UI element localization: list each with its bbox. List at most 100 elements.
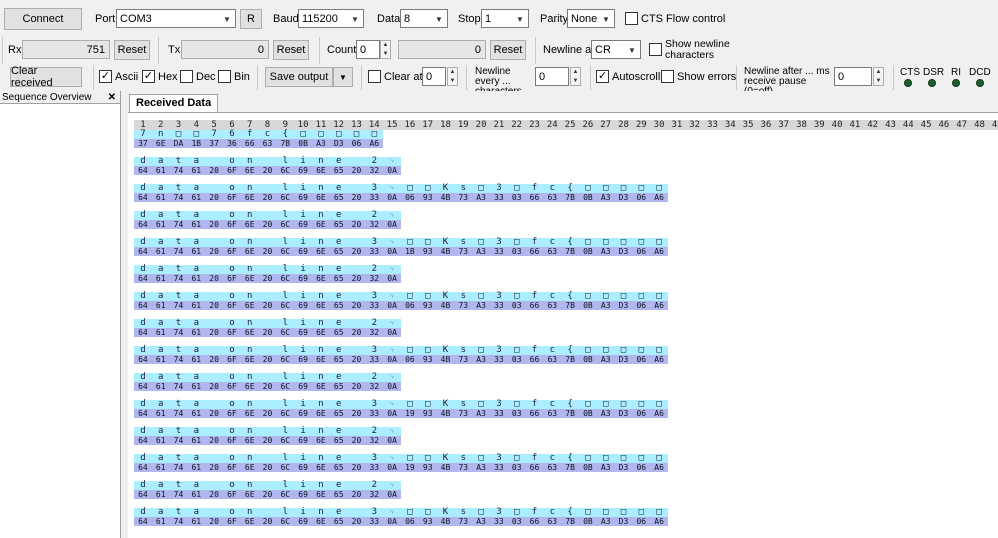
hex-cell: 73	[454, 355, 473, 364]
count-spinner[interactable]: ▲ ▼	[380, 40, 391, 59]
ascii-cell	[205, 211, 223, 220]
ascii-checkbox[interactable]: ✓ Ascii	[99, 70, 138, 83]
hex-cell: 6E	[312, 463, 330, 472]
ascii-cell: c	[258, 130, 277, 139]
hex-cell: 33	[490, 193, 508, 202]
hex-cell: 6F	[223, 301, 241, 310]
newline-after-spinner[interactable]: ▲ ▼	[873, 67, 884, 86]
ascii-cell: n	[240, 319, 259, 328]
newline-every-input[interactable]: 0	[535, 67, 569, 86]
port-select[interactable]: COM3 ▼	[116, 9, 236, 28]
hex-cell: 0A	[383, 166, 401, 175]
close-icon[interactable]: ✕	[108, 91, 116, 104]
checkbox-box	[661, 70, 674, 83]
ascii-cell: a	[187, 373, 206, 382]
ascii-cell: ␊	[383, 211, 401, 220]
ascii-cell: a	[151, 400, 170, 409]
hex-cell: 64	[134, 328, 152, 337]
spin-up-icon: ▲	[449, 69, 456, 76]
ascii-cell: i	[294, 427, 312, 436]
baud-select[interactable]: 115200 ▼	[298, 9, 364, 28]
hex-cell: 7B	[561, 517, 579, 526]
divider	[736, 65, 737, 90]
ascii-cell: 3	[490, 508, 508, 517]
ascii-cell: □	[579, 292, 597, 301]
ascii-cell: 6	[223, 130, 241, 139]
ascii-cell: l	[276, 427, 295, 436]
data-bits-select[interactable]: 8 ▼	[400, 9, 448, 28]
data-row: data on line 3 ␊ □ □ Ks □ 3 □ f c{□ □ □ □ □ 64 61 74 61 20…	[134, 292, 668, 310]
hex-cell: 33	[365, 193, 384, 202]
hex-cell: 20	[205, 436, 223, 445]
hex-cell: 66	[240, 139, 259, 148]
bin-checkbox[interactable]: Bin	[218, 70, 250, 83]
hex-cell: 20	[258, 274, 277, 283]
save-options-button[interactable]: ▼	[333, 67, 353, 87]
refresh-ports-button[interactable]: R	[240, 9, 262, 29]
dec-checkbox[interactable]: Dec	[180, 70, 216, 83]
ascii-cell: 3	[365, 184, 384, 193]
hex-cell: 6E	[312, 436, 330, 445]
rx-count-value: 751	[86, 43, 105, 56]
parity-select[interactable]: None ▼	[567, 9, 615, 28]
cts-flow-checkbox[interactable]: CTS Flow control	[625, 12, 725, 25]
connect-button[interactable]: Connect	[4, 8, 82, 30]
tx-reset-button[interactable]: Reset	[273, 40, 309, 60]
column-number: 35	[742, 120, 754, 130]
chevron-down-icon: ▼	[628, 45, 636, 55]
checkbox-box	[368, 70, 381, 83]
save-output-button[interactable]: Save output	[265, 67, 333, 87]
stop-bits-select[interactable]: 1 ▼	[481, 9, 529, 28]
ascii-cell: K	[436, 292, 455, 301]
ascii-cell	[258, 319, 277, 328]
checkmark-icon: ✓	[596, 70, 609, 83]
ascii-cell: a	[187, 427, 206, 436]
hex-cell: 20	[205, 247, 223, 256]
tab-received-data[interactable]: Received Data	[129, 94, 219, 112]
hex-cell: 06	[401, 517, 419, 526]
ascii-cell: 3	[365, 454, 384, 463]
hex-cell: 66	[525, 517, 544, 526]
clear-received-button[interactable]: Clear received	[10, 65, 82, 89]
show-errors-checkbox[interactable]: Show errors	[661, 70, 736, 83]
hex-cell: 6F	[223, 328, 241, 337]
ascii-cell: □	[329, 130, 348, 139]
count-input[interactable]: 0	[356, 40, 380, 59]
ascii-cell: □	[187, 130, 206, 139]
ascii-cell: a	[187, 265, 206, 274]
ascii-cell: a	[187, 319, 206, 328]
spin-up-icon: ▲	[572, 69, 579, 76]
hex-cell: 6E	[312, 328, 330, 337]
newline-after-input[interactable]: 0	[834, 67, 872, 86]
hex-checkbox[interactable]: ✓ Hex	[142, 70, 178, 83]
checkbox-box	[649, 43, 662, 56]
ascii-cell: n	[240, 211, 259, 220]
hex-cell: 64	[134, 382, 152, 391]
show-newline-checkbox[interactable]: Show newline characters	[649, 39, 741, 61]
hex-cell: 74	[169, 193, 188, 202]
autoscroll-checkbox[interactable]: ✓ Autoscroll	[596, 70, 660, 83]
hex-cell: 61	[151, 409, 170, 418]
count-reset-button[interactable]: Reset	[490, 40, 526, 60]
hex-cell: 61	[187, 490, 206, 499]
column-number: 22	[511, 120, 523, 130]
ascii-cell	[347, 319, 366, 328]
hex-cell: 64	[134, 517, 152, 526]
hex-cell: 0A	[383, 490, 401, 499]
ascii-cell: □	[401, 292, 419, 301]
clear-at-input[interactable]: 0	[422, 67, 446, 86]
received-data-view[interactable]: 1 2 3 4 5 6 7 8 9 10 11 12 13 14 15 16 17 18 19 20 21 22 23 24 2…	[128, 112, 998, 538]
hex-cell: 69	[294, 436, 312, 445]
hex-cell: A6	[650, 355, 668, 364]
ascii-cell: d	[134, 238, 152, 247]
clear-at-checkbox[interactable]: Clear at	[368, 70, 423, 83]
rx-reset-button[interactable]: Reset	[114, 40, 150, 60]
ascii-cell: l	[276, 400, 295, 409]
newline-at-select[interactable]: CR ▼	[591, 40, 641, 59]
newline-every-spinner[interactable]: ▲ ▼	[570, 67, 581, 86]
hex-cell: 32	[365, 490, 384, 499]
hex-cell: 6C	[276, 328, 295, 337]
ascii-cell: n	[312, 454, 330, 463]
clear-at-spinner[interactable]: ▲ ▼	[447, 67, 458, 86]
hex-cell: 0A	[383, 328, 401, 337]
